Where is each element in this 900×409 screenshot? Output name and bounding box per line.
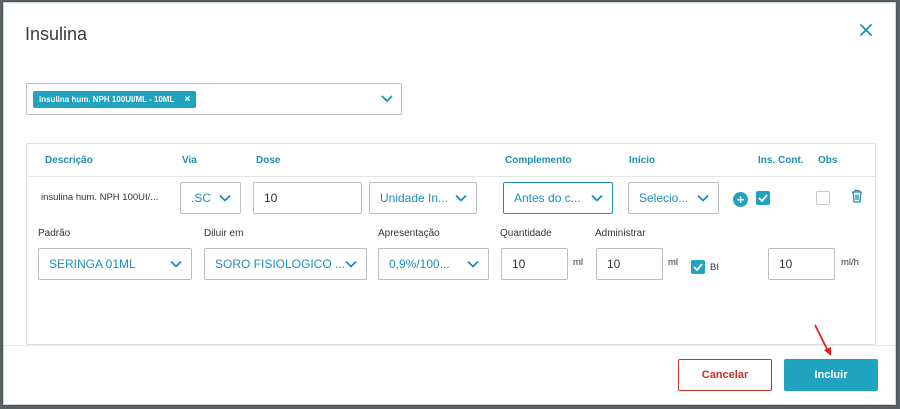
label-diluir-em: Diluir em	[204, 228, 244, 239]
medication-multiselect[interactable]: insulina hum. NPH 100UI/ML - 10ML ×	[26, 83, 402, 115]
chevron-down-icon	[697, 194, 709, 202]
complemento-value: Antes do c...	[514, 191, 581, 205]
selected-medication-chip: insulina hum. NPH 100UI/ML - 10ML ×	[33, 91, 197, 108]
header-dose: Dose	[256, 155, 281, 166]
obs-checkbox[interactable]	[816, 191, 830, 205]
quantidade-input[interactable]: 10	[501, 248, 568, 280]
cancel-button[interactable]: Cancelar	[678, 359, 772, 391]
header-divider	[28, 176, 876, 177]
taxa-unit: ml/h	[841, 257, 859, 268]
inicio-select[interactable]: Selecio...	[628, 182, 719, 214]
modal-title: Insulina	[25, 24, 88, 44]
header-complemento: Complemento	[505, 155, 572, 166]
add-button[interactable]: +	[733, 192, 748, 207]
chevron-down-icon[interactable]	[381, 94, 393, 104]
chevron-down-icon	[467, 260, 479, 268]
label-padrao: Padrão	[38, 228, 71, 239]
header-descricao: Descrição	[45, 155, 93, 166]
apresentacao-select[interactable]: 0,9%/100...	[378, 248, 489, 280]
dose-unit-select[interactable]: Unidade In...	[369, 182, 477, 214]
administrar-unit: ml	[668, 257, 679, 268]
header-obs: Obs	[818, 155, 838, 166]
chevron-down-icon	[219, 194, 231, 202]
check-icon	[693, 263, 703, 271]
bi-label: BI	[710, 262, 719, 273]
taxa-input[interactable]: 10	[768, 248, 835, 280]
chevron-down-icon	[170, 260, 182, 268]
complemento-select[interactable]: Antes do c...	[503, 182, 613, 214]
administrar-input[interactable]: 10	[596, 248, 663, 280]
apresentacao-value: 0,9%/100...	[389, 257, 450, 271]
header-inicio: Início	[629, 155, 656, 166]
chip-label: insulina hum. NPH 100UI/ML - 10ML	[39, 95, 175, 104]
inicio-value: Selecio...	[639, 191, 689, 205]
include-button[interactable]: Incluir	[784, 359, 878, 391]
header-ins-cont: Ins. Cont.	[758, 155, 804, 166]
diluir-em-select[interactable]: SORO FISIOLOGICO ...	[204, 248, 367, 280]
label-apresentacao: Apresentação	[378, 228, 440, 239]
plus-icon: +	[736, 192, 745, 207]
bi-checkbox[interactable]	[691, 260, 705, 274]
ins-cont-checkbox[interactable]	[756, 191, 770, 205]
label-quantidade: Quantidade	[500, 228, 552, 239]
prescription-panel: Descrição Via Dose Complemento Início In…	[26, 143, 876, 345]
label-administrar: Administrar	[595, 228, 646, 239]
trash-icon[interactable]	[851, 189, 863, 203]
chevron-down-icon	[591, 194, 603, 202]
annotation-arrow-icon	[814, 324, 831, 356]
dose-unit-value: Unidade In...	[380, 191, 449, 205]
insulina-modal: Insulina insulina hum. NPH 100UI/ML - 10…	[3, 2, 896, 405]
chevron-down-icon	[455, 194, 467, 202]
chevron-down-icon	[345, 260, 357, 268]
via-select[interactable]: .SC	[180, 182, 241, 214]
diluir-em-value: SORO FISIOLOGICO ...	[215, 257, 346, 271]
close-icon[interactable]	[859, 23, 873, 37]
chip-remove-icon[interactable]: ×	[184, 91, 190, 108]
row-descricao: insulina hum. NPH 100UI/...	[41, 192, 159, 203]
dose-input[interactable]: 10	[253, 182, 362, 214]
padrao-value: SERINGA 01ML	[49, 257, 136, 271]
footer-divider	[4, 345, 895, 346]
via-value: .SC	[191, 191, 212, 205]
quantidade-unit: ml	[573, 257, 584, 268]
padrao-select[interactable]: SERINGA 01ML	[38, 248, 192, 280]
check-icon	[758, 194, 768, 202]
header-via: Via	[182, 155, 197, 166]
